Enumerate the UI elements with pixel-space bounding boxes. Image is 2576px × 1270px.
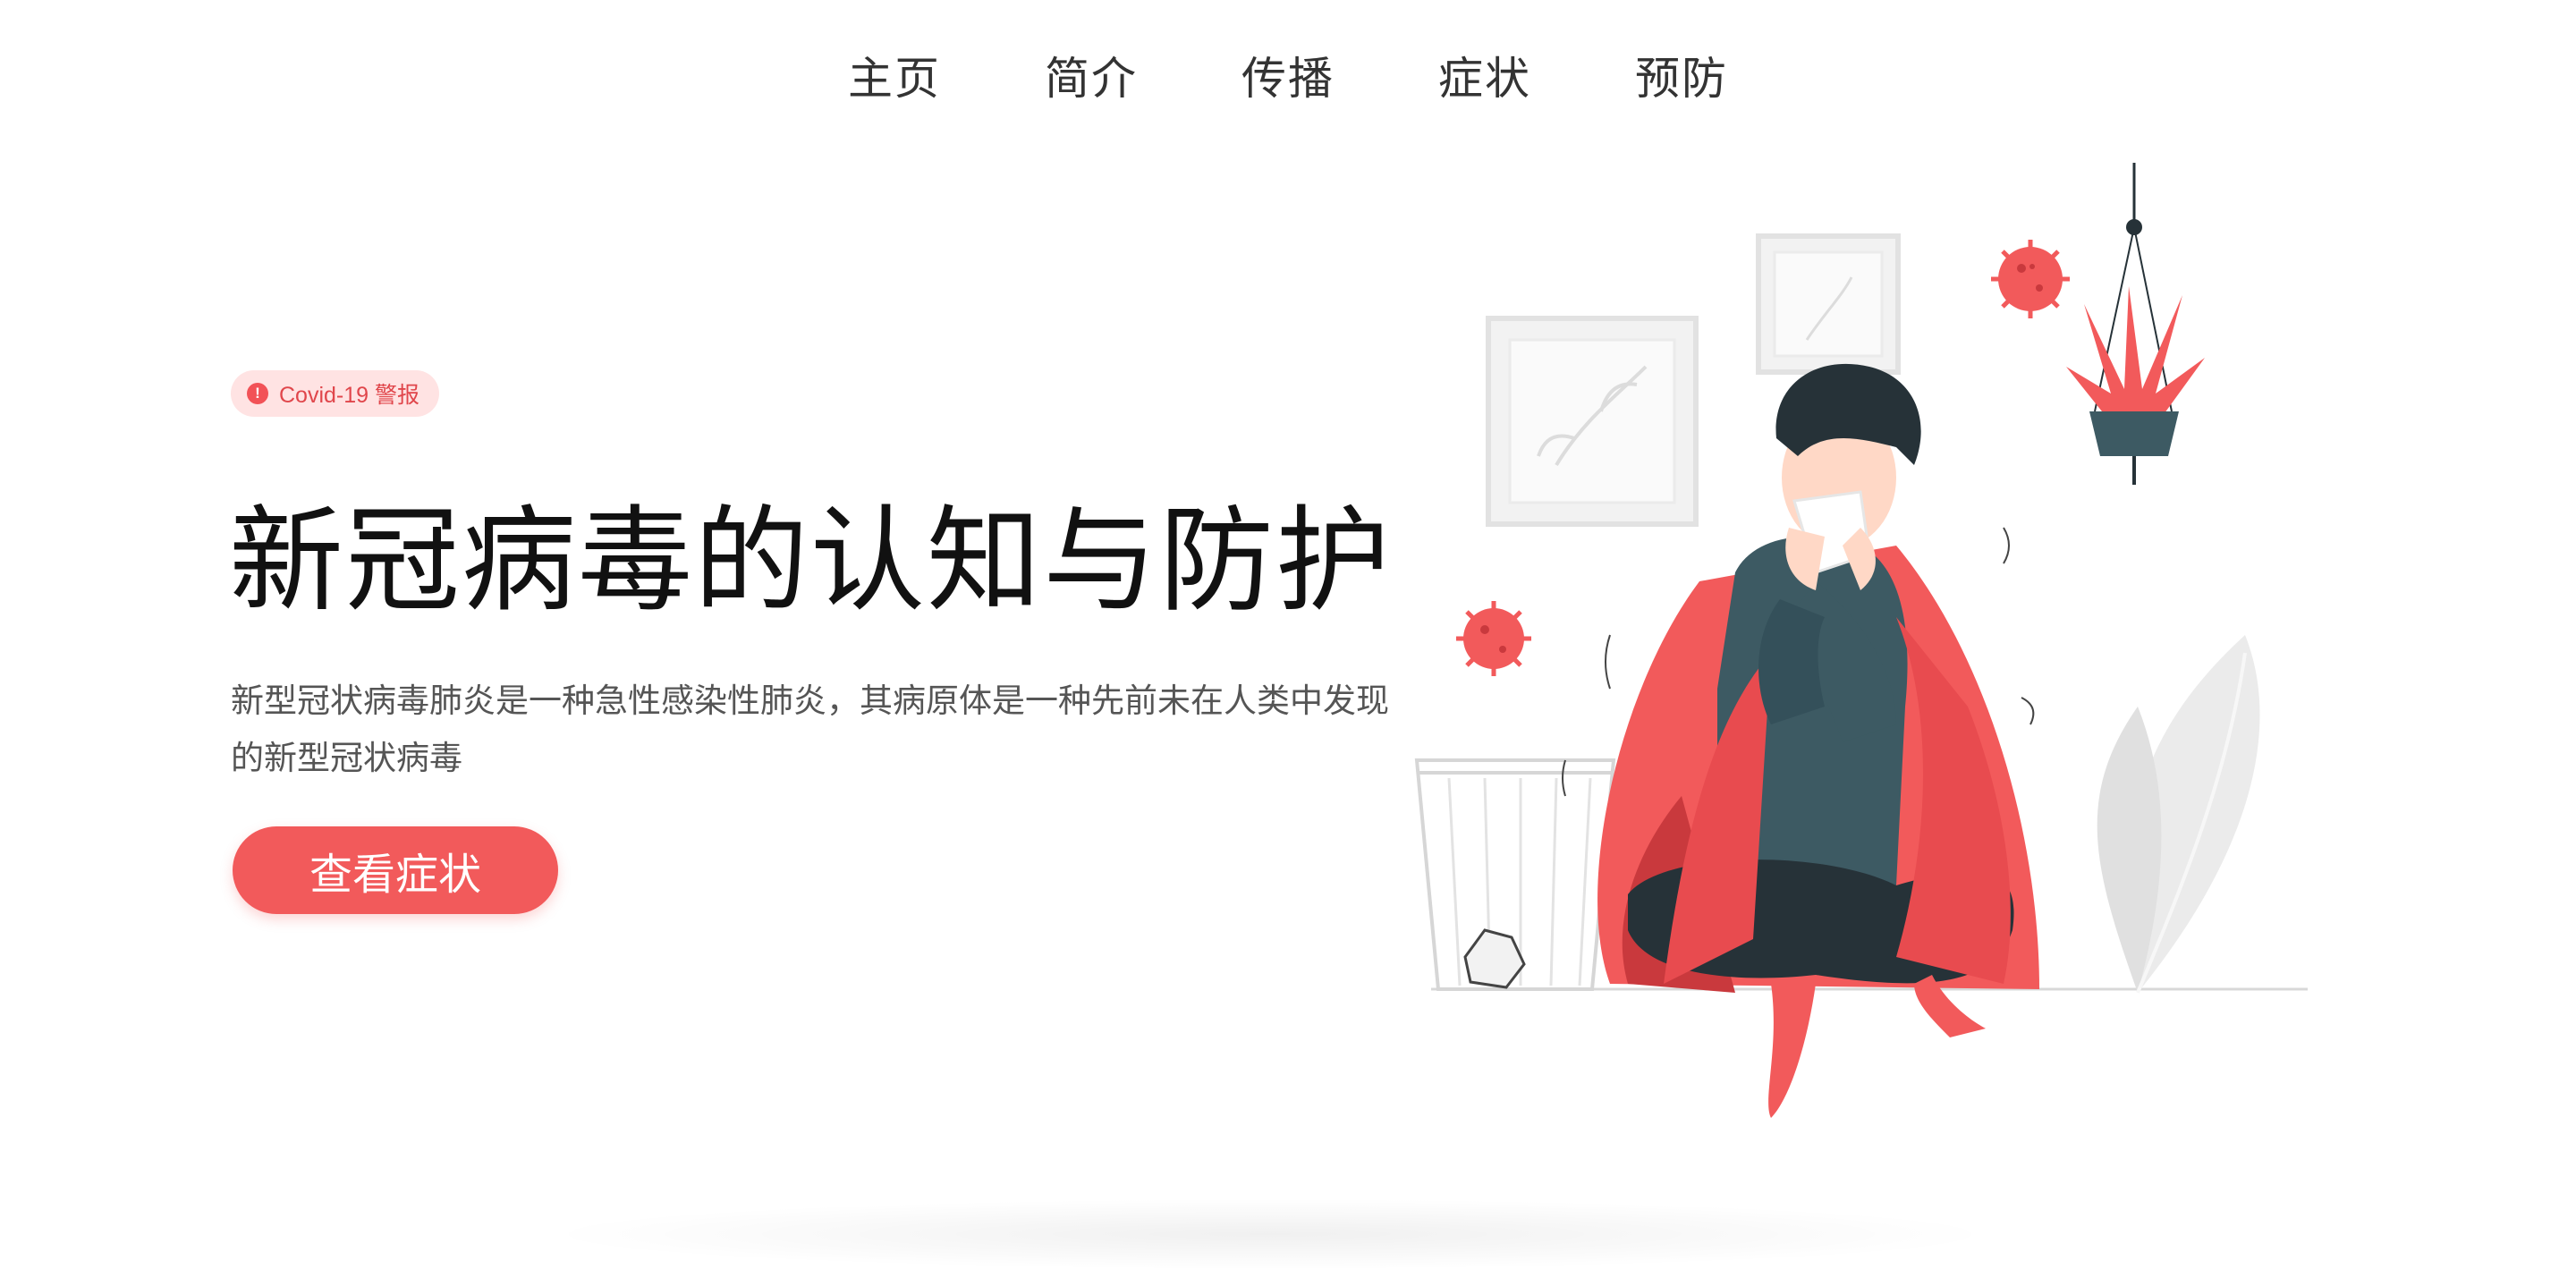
wastebasket (1414, 758, 1616, 991)
hero-description: 新型冠状病毒肺炎是一种急性感染性肺炎，其病原体是一种先前未在人类中发现的新型冠状… (231, 682, 1389, 777)
hero-title: 新冠病毒的认知与防护 (229, 495, 1393, 628)
picture-frame-right (1756, 233, 1901, 375)
nav-item-intro[interactable]: 简介 (993, 43, 1190, 114)
view-symptoms-button[interactable]: 查看症状 (233, 826, 558, 914)
badge-text: Covid-19 警报 (279, 383, 419, 408)
nav-item-symptoms[interactable]: 症状 (1386, 43, 1583, 114)
virus-icon (1456, 601, 1531, 676)
picture-frame-left (1486, 316, 1699, 527)
alert-icon: ! (247, 383, 268, 404)
nav-item-home[interactable]: 主页 (796, 43, 993, 114)
bottom-section-shadow (537, 1198, 2004, 1270)
virus-icon (1991, 240, 2070, 318)
covid-alert-badge: ! Covid-19 警报 (231, 370, 439, 417)
sick-person-illustration (1414, 163, 2308, 1118)
nav-item-transmission[interactable]: 传播 (1190, 43, 1386, 114)
leaf-plant (2097, 635, 2260, 994)
top-nav: 主页 简介 传播 症状 预防 (0, 43, 2576, 114)
nav-item-prevention[interactable]: 预防 (1583, 43, 1780, 114)
hanging-plant (2066, 163, 2205, 485)
